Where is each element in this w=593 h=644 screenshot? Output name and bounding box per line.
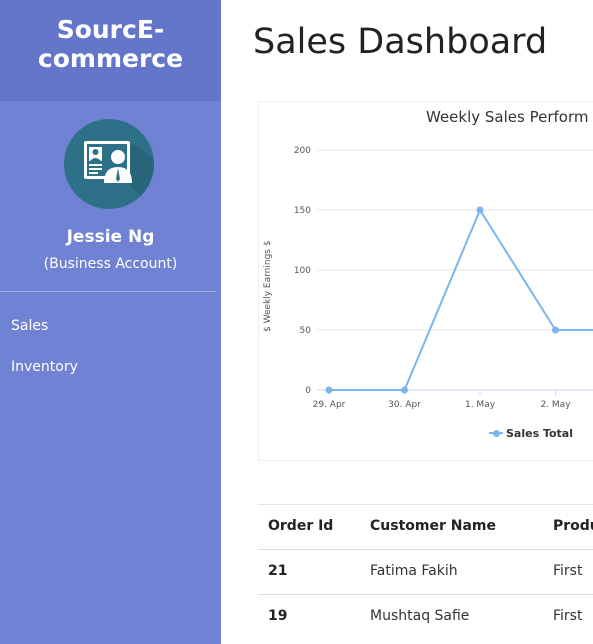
y-tick-label: 50 [300,326,312,336]
series-line [329,207,593,391]
table-row[interactable]: 19 Mushtaq Safie First [258,594,593,639]
sidebar-item-inventory[interactable]: Inventory [11,359,78,375]
order-id-cell: 21 [268,563,288,579]
data-point [476,206,484,214]
column-header-order-id[interactable]: Order Id [268,518,333,534]
y-tick-label: 100 [294,266,311,276]
brand-header: SourcE- commerce [0,0,221,101]
product-cell: First [553,608,583,624]
sidebar-item-sales[interactable]: Sales [11,318,48,334]
legend-label: Sales Total [506,427,574,440]
column-header-product[interactable]: Produ [553,518,593,534]
brand-title-line1: SourcE- [56,15,165,44]
product-cell: First [553,563,583,579]
user-role: (Business Account) [43,256,178,272]
x-tick-label: 2. May [540,400,571,410]
y-tick-label: 200 [294,146,311,156]
app-window: SourcE- commerce Jessie Ng (Business Acc… [0,0,593,644]
avatar [64,119,154,209]
table-row[interactable]: 21 Fatima Fakih First [258,549,593,594]
orders-table: Order Id Customer Name Produ 21 Fatima F… [258,504,593,639]
x-tick-label: 1. May [465,400,496,410]
chart-legend-item[interactable]: Sales Total [489,427,573,440]
sales-chart: Weekly Sales Perform $ Weekly Earnings $… [258,101,593,461]
chart-plot: 0 50 100 150 200 29. Apr 30. Apr 1. May 2. May [294,146,593,410]
data-point [552,326,559,334]
brand-title: SourcE- commerce [0,15,221,73]
table-header-row: Order Id Customer Name Produ [258,504,593,549]
sidebar: SourcE- commerce Jessie Ng (Business Acc… [0,0,221,644]
legend-marker-icon [493,430,500,437]
business-card-user-icon [84,141,154,209]
customer-name-cell: Fatima Fakih [370,563,458,579]
y-tick-label: 0 [305,386,311,396]
x-tick-label: 30. Apr [388,400,421,410]
data-point [401,386,408,394]
customer-name-cell: Mushtaq Safie [370,608,470,624]
x-tick-label: 29. Apr [313,400,346,410]
column-header-customer-name[interactable]: Customer Name [370,518,496,534]
user-name: Jessie Ng [66,227,155,247]
brand-title-line2: commerce [37,44,184,73]
page-title: Sales Dashboard [253,22,548,62]
order-id-cell: 19 [268,608,288,624]
y-tick-label: 150 [294,206,311,216]
sidebar-divider [0,291,216,292]
data-point [325,386,333,394]
